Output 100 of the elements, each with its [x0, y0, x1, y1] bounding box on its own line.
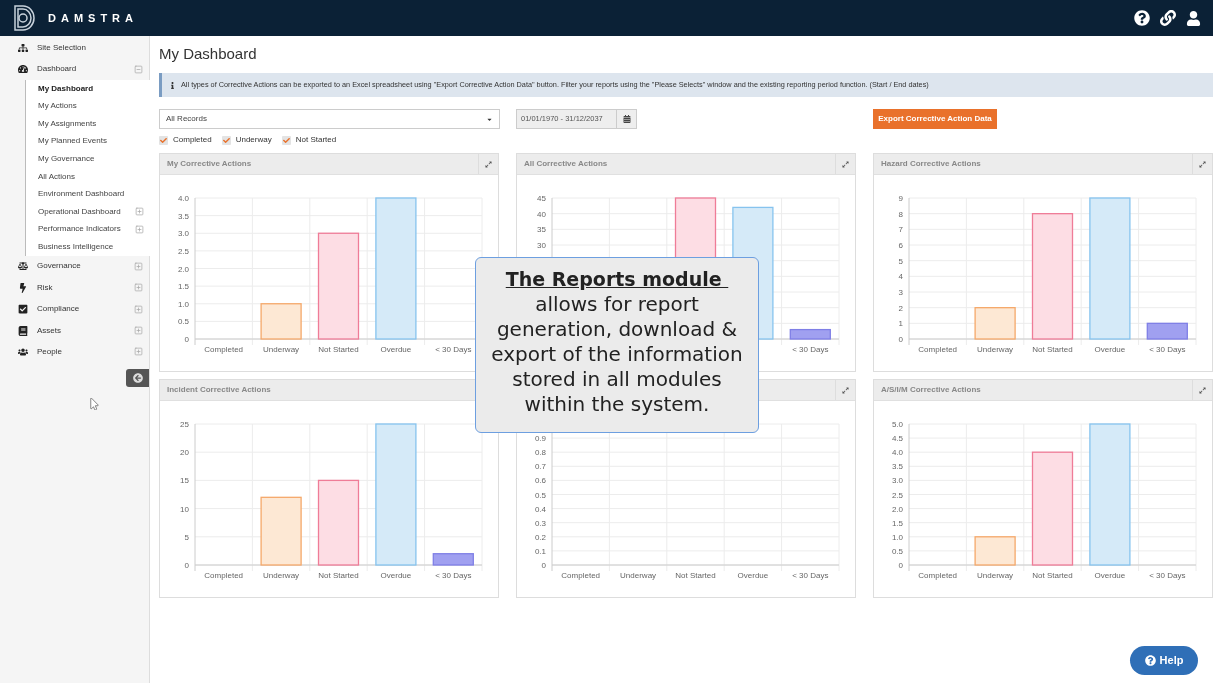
axis-tick-label: 0.9 [534, 434, 546, 444]
nav-sublabel: Business Intelligence [38, 240, 115, 253]
nav-sublabel: All Actions [38, 170, 76, 183]
nav-label: People [37, 345, 63, 358]
nav-subitem[interactable]: Performance Indicators [26, 220, 150, 239]
chart-title: My Corrective Actions [166, 158, 252, 170]
axis-tick-label: 1.5 [177, 282, 189, 292]
axis-tick-label: 2.0 [891, 504, 903, 514]
chart-title: All Corrective Actions [523, 158, 608, 170]
nav-sublabel: My Actions [38, 100, 78, 113]
nav-sublabel: My Assignments [38, 117, 98, 130]
callout-heading: The Reports module [505, 267, 723, 292]
axis-tick-label: 3.0 [177, 229, 189, 239]
nav-subitem[interactable]: My Assignments [26, 114, 150, 133]
chart-title: Hazard Corrective Actions [880, 158, 981, 170]
axis-category-label: Overdue [380, 571, 412, 580]
axis-tick-label: 35 [537, 225, 546, 235]
axis-tick-label: 25 [180, 420, 189, 429]
nav-label: Dashboard [37, 63, 78, 76]
axis-tick-label: 5.0 [891, 420, 903, 429]
nav-item[interactable]: Risk [0, 277, 149, 299]
nav-item[interactable]: Assets [0, 319, 149, 342]
axis-category-label: < 30 Days [435, 571, 472, 580]
axis-category-label: Overdue [1094, 345, 1126, 354]
axis-category-label: Overdue [737, 571, 769, 580]
axis-category-label: Completed [918, 345, 958, 354]
chart-title: Incident Corrective Actions [166, 384, 271, 396]
axis-category-label: Not Started [1032, 571, 1073, 580]
nav-subitem[interactable]: Environment Dashboard [26, 185, 150, 203]
axis-tick-label: 40 [537, 209, 546, 219]
axis-tick-label: 7 [898, 225, 903, 235]
axis-tick-label: 4.0 [891, 448, 903, 458]
nav-sublabel: My Dashboard [38, 82, 95, 95]
axis-category-label: Overdue [380, 345, 412, 354]
nav-subitem[interactable]: My Dashboard [26, 79, 150, 98]
axis-category-label: Not Started [1032, 345, 1073, 354]
help-button[interactable]: Help [1130, 646, 1198, 675]
axis-category-label: Underway [263, 345, 300, 354]
nav-subitem[interactable]: My Actions [26, 97, 150, 115]
nav-label: Site Selection [37, 41, 87, 54]
nav-item[interactable]: Site Selection [0, 37, 149, 59]
axis-tick-label: 30 [537, 241, 546, 250]
axis-tick-label: 4 [898, 272, 903, 282]
nav-item[interactable]: Governance [0, 255, 149, 278]
axis-category-label: Not Started [675, 571, 716, 580]
axis-tick-label: 0.4 [534, 504, 546, 514]
nav-sublabel: Environment Dashboard [38, 188, 126, 201]
nav-subitem[interactable]: All Actions [26, 167, 150, 186]
checkbox-label: Completed [173, 134, 212, 146]
axis-category-label: < 30 Days [1149, 345, 1186, 354]
nav-item[interactable]: Dashboard [0, 58, 149, 80]
nav-subitem[interactable]: Business Intelligence [26, 238, 150, 256]
axis-tick-label: 0.5 [891, 546, 903, 556]
axis-tick-label: 0.7 [534, 462, 546, 472]
brand-name: DAMSTRA [48, 10, 138, 26]
nav-subitem[interactable]: My Governance [26, 150, 150, 168]
axis-tick-label: 2.5 [177, 246, 189, 256]
axis-category-label: Completed [918, 571, 958, 580]
axis-tick-label: 0 [541, 561, 546, 570]
axis-tick-label: 0.3 [534, 518, 546, 528]
axis-tick-label: 1.0 [177, 299, 189, 309]
checkbox-label: Not Started [295, 134, 337, 146]
axis-tick-label: 3.0 [891, 476, 903, 486]
nav-subitem[interactable]: Operational Dashboard [26, 202, 150, 221]
axis-tick-label: 6 [898, 241, 903, 250]
axis-category-label: Underway [977, 571, 1014, 580]
axis-category-label: Completed [561, 571, 601, 580]
axis-category-label: Completed [204, 571, 244, 580]
axis-category-label: < 30 Days [435, 345, 472, 354]
axis-category-label: Not Started [318, 345, 359, 354]
nav-subitem[interactable]: My Planned Events [26, 132, 150, 151]
nav-sublabel: Performance Indicators [38, 223, 122, 236]
nav-label: Assets [37, 324, 62, 337]
checkbox-label: Underway [235, 134, 272, 146]
nav-label: Governance [37, 260, 82, 273]
axis-tick-label: 0.8 [534, 448, 546, 458]
nav-label: Risk [37, 281, 54, 294]
nav-item[interactable]: People [0, 341, 149, 363]
axis-tick-label: 4.0 [177, 194, 189, 203]
axis-category-label: < 30 Days [1149, 571, 1186, 580]
axis-category-label: Completed [204, 345, 244, 354]
axis-tick-label: 1 [898, 319, 903, 329]
axis-tick-label: 1.0 [891, 532, 903, 542]
axis-tick-label: 0.5 [534, 490, 546, 500]
nav-sublabel: Operational Dashboard [38, 205, 122, 218]
axis-tick-label: 8 [898, 209, 903, 219]
axis-tick-label: 5 [898, 256, 903, 266]
axis-category-label: Overdue [1094, 571, 1126, 580]
axis-category-label: Underway [620, 571, 657, 580]
chart-title: A/S/I/M Corrective Actions [880, 384, 981, 396]
axis-tick-label: 0 [898, 335, 903, 344]
axis-category-label: Underway [977, 345, 1014, 354]
axis-tick-label: 0.1 [534, 546, 546, 556]
axis-tick-label: 20 [180, 448, 189, 458]
records-select[interactable]: All Records [159, 109, 500, 129]
axis-tick-label: 9 [898, 194, 903, 203]
axis-tick-label: 4.5 [891, 434, 903, 444]
nav-item[interactable]: Compliance [0, 298, 149, 320]
axis-category-label: Not Started [318, 571, 359, 580]
page-title: My Dashboard [159, 44, 258, 64]
